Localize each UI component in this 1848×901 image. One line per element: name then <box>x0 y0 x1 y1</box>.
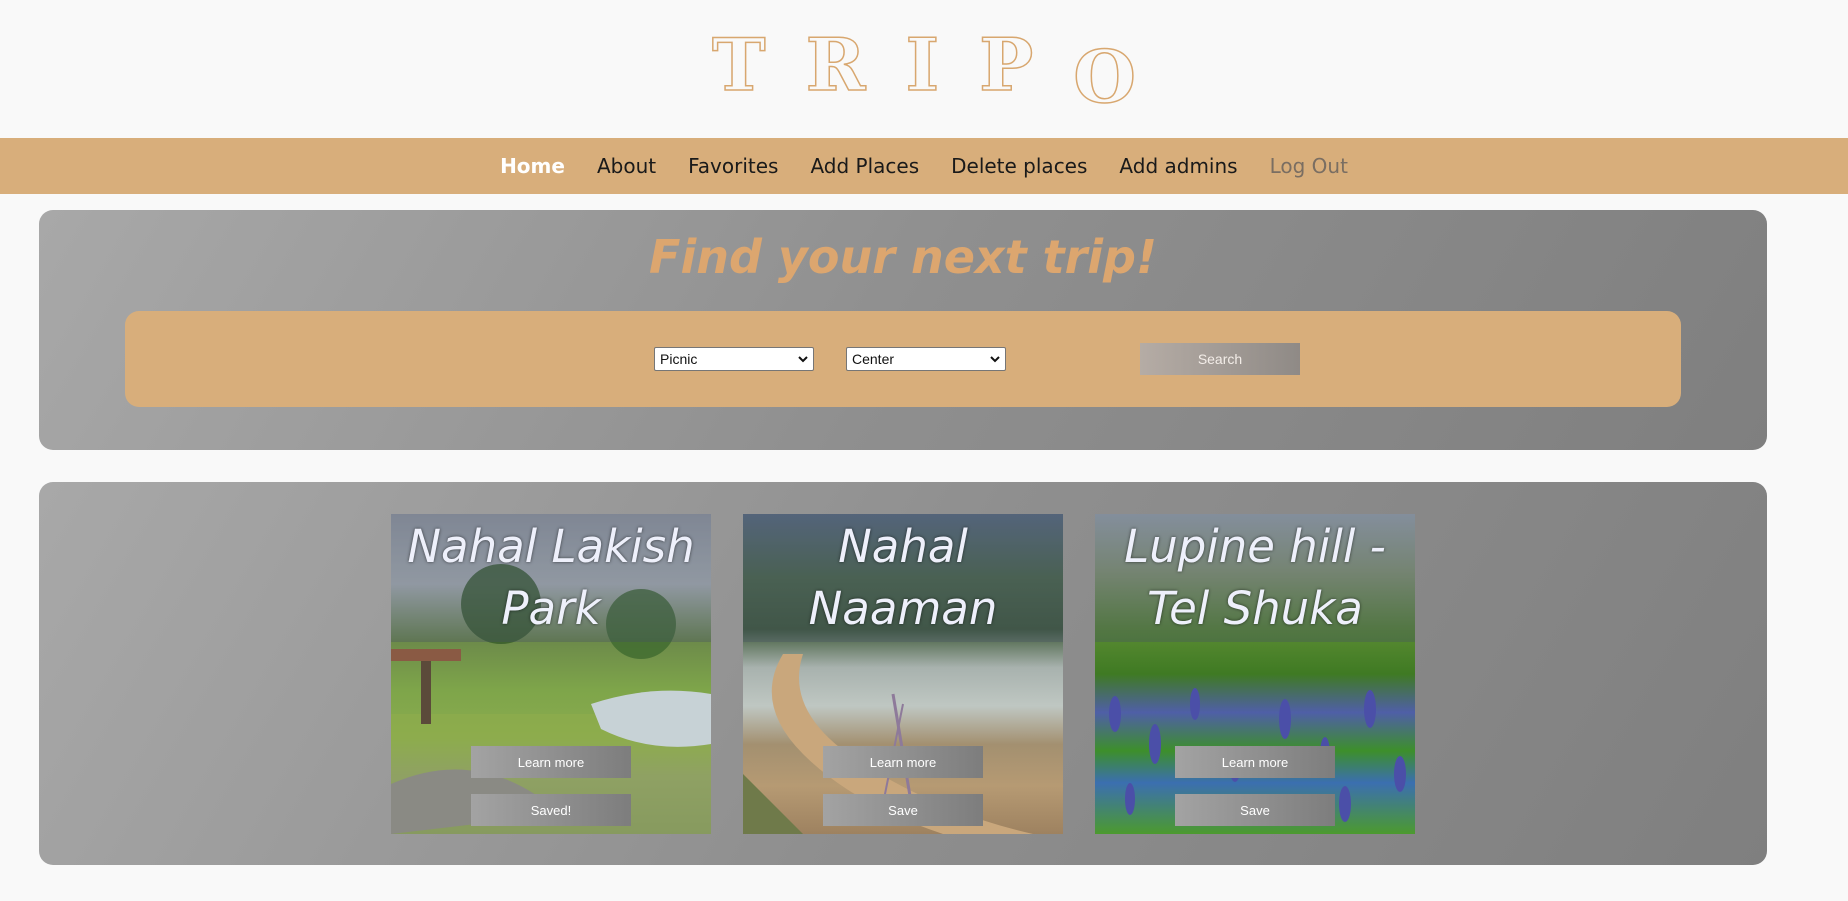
place-card: Lupine hill - Tel Shuka Learn more Save <box>1095 514 1415 834</box>
save-button[interactable]: Save <box>823 794 983 826</box>
nav-delete-places[interactable]: Delete places <box>935 154 1103 178</box>
save-button[interactable]: Saved! <box>471 794 631 826</box>
chevron-down-icon <box>990 356 1000 363</box>
search-title: Find your next trip! <box>649 230 1157 284</box>
nav-log-out[interactable]: Log Out <box>1254 154 1364 178</box>
nav-add-places[interactable]: Add Places <box>794 154 935 178</box>
site-logo[interactable]: TRIPO <box>711 21 1176 120</box>
site-header: TRIPO <box>0 0 1848 138</box>
learn-more-button[interactable]: Learn more <box>471 746 631 778</box>
learn-more-button[interactable]: Learn more <box>823 746 983 778</box>
trip-type-select[interactable]: Picnic <box>654 347 814 371</box>
learn-more-button[interactable]: Learn more <box>1175 746 1335 778</box>
main-nav: Home About Favorites Add Places Delete p… <box>0 138 1848 194</box>
nav-favorites[interactable]: Favorites <box>672 154 794 178</box>
search-bar: Picnic Center Search <box>125 311 1681 407</box>
place-title: Nahal Lakish Park <box>391 514 711 642</box>
region-value: Center <box>852 351 895 367</box>
chevron-down-icon <box>798 356 808 363</box>
logo-letter: I <box>905 21 980 108</box>
place-card: Nahal Lakish Park Learn more Saved! <box>391 514 711 834</box>
logo-letter: P <box>978 21 1074 108</box>
nav-home[interactable]: Home <box>484 154 581 178</box>
region-select[interactable]: Center <box>846 347 1006 371</box>
trip-type-value: Picnic <box>660 351 698 367</box>
results-panel: Nahal Lakish Park Learn more Saved! Naha… <box>39 482 1767 865</box>
place-title: Lupine hill - Tel Shuka <box>1095 514 1415 642</box>
save-button[interactable]: Save <box>1175 794 1335 826</box>
search-button[interactable]: Search <box>1140 343 1300 375</box>
nav-add-admins[interactable]: Add admins <box>1103 154 1253 178</box>
search-panel: Find your next trip! Picnic Center Searc… <box>39 210 1767 450</box>
place-card: Nahal Naaman Learn more Save <box>743 514 1063 834</box>
logo-letter: T <box>711 21 806 108</box>
nav-about[interactable]: About <box>581 154 672 178</box>
logo-letter: R <box>805 21 906 108</box>
logo-letter: O <box>1073 33 1176 120</box>
place-title: Nahal Naaman <box>743 514 1063 642</box>
